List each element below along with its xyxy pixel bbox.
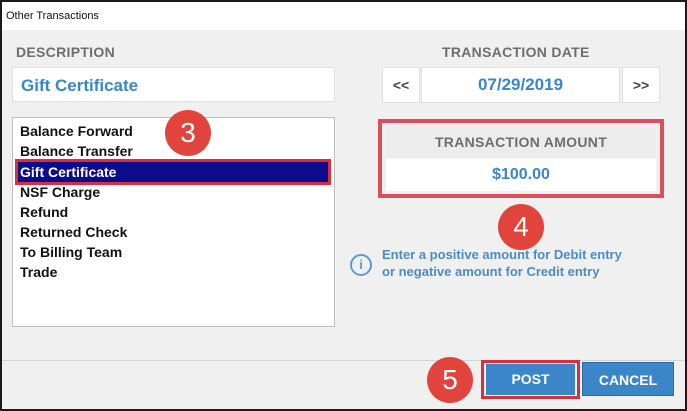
title-bar: Other Transactions (2, 2, 685, 30)
amount-field[interactable]: $100.00 (386, 159, 656, 191)
date-picker: << 07/29/2019 >> (380, 67, 661, 103)
list-item[interactable]: To Billing Team (20, 242, 122, 262)
list-item[interactable]: Balance Transfer (20, 141, 133, 161)
post-button[interactable]: POST (486, 364, 575, 395)
description-label: DESCRIPTION (16, 44, 115, 60)
list-item[interactable]: NSF Charge (20, 182, 100, 202)
transaction-date-label: TRANSACTION DATE (442, 44, 590, 60)
info-line-2: or negative amount for Credit entry (382, 264, 600, 279)
callout-4: 4 (498, 204, 544, 250)
callout-3: 3 (165, 110, 211, 156)
list-item[interactable]: Balance Forward (20, 121, 133, 141)
info-icon: i (350, 254, 372, 276)
dialog-body: DESCRIPTION Gift Certificate Balance For… (2, 30, 685, 360)
list-item[interactable]: Trade (20, 262, 57, 282)
list-item-selected[interactable]: Gift Certificate (15, 159, 331, 185)
transaction-amount-label: TRANSACTION AMOUNT (386, 127, 656, 157)
next-date-button[interactable]: >> (622, 67, 660, 103)
list-item[interactable]: Returned Check (20, 222, 127, 242)
prev-date-button[interactable]: << (382, 67, 420, 103)
window-title: Other Transactions (6, 10, 99, 22)
callout-5: 5 (427, 357, 473, 403)
list-item[interactable]: Refund (20, 202, 68, 222)
info-text: Enter a positive amount for Debit entry … (382, 246, 662, 280)
post-highlight: POST (481, 360, 580, 399)
cancel-button[interactable]: CANCEL (582, 362, 674, 396)
description-field[interactable]: Gift Certificate (12, 67, 335, 102)
amount-highlight: TRANSACTION AMOUNT $100.00 (378, 119, 664, 198)
description-value: Gift Certificate (21, 76, 139, 95)
date-field[interactable]: 07/29/2019 (421, 67, 620, 103)
